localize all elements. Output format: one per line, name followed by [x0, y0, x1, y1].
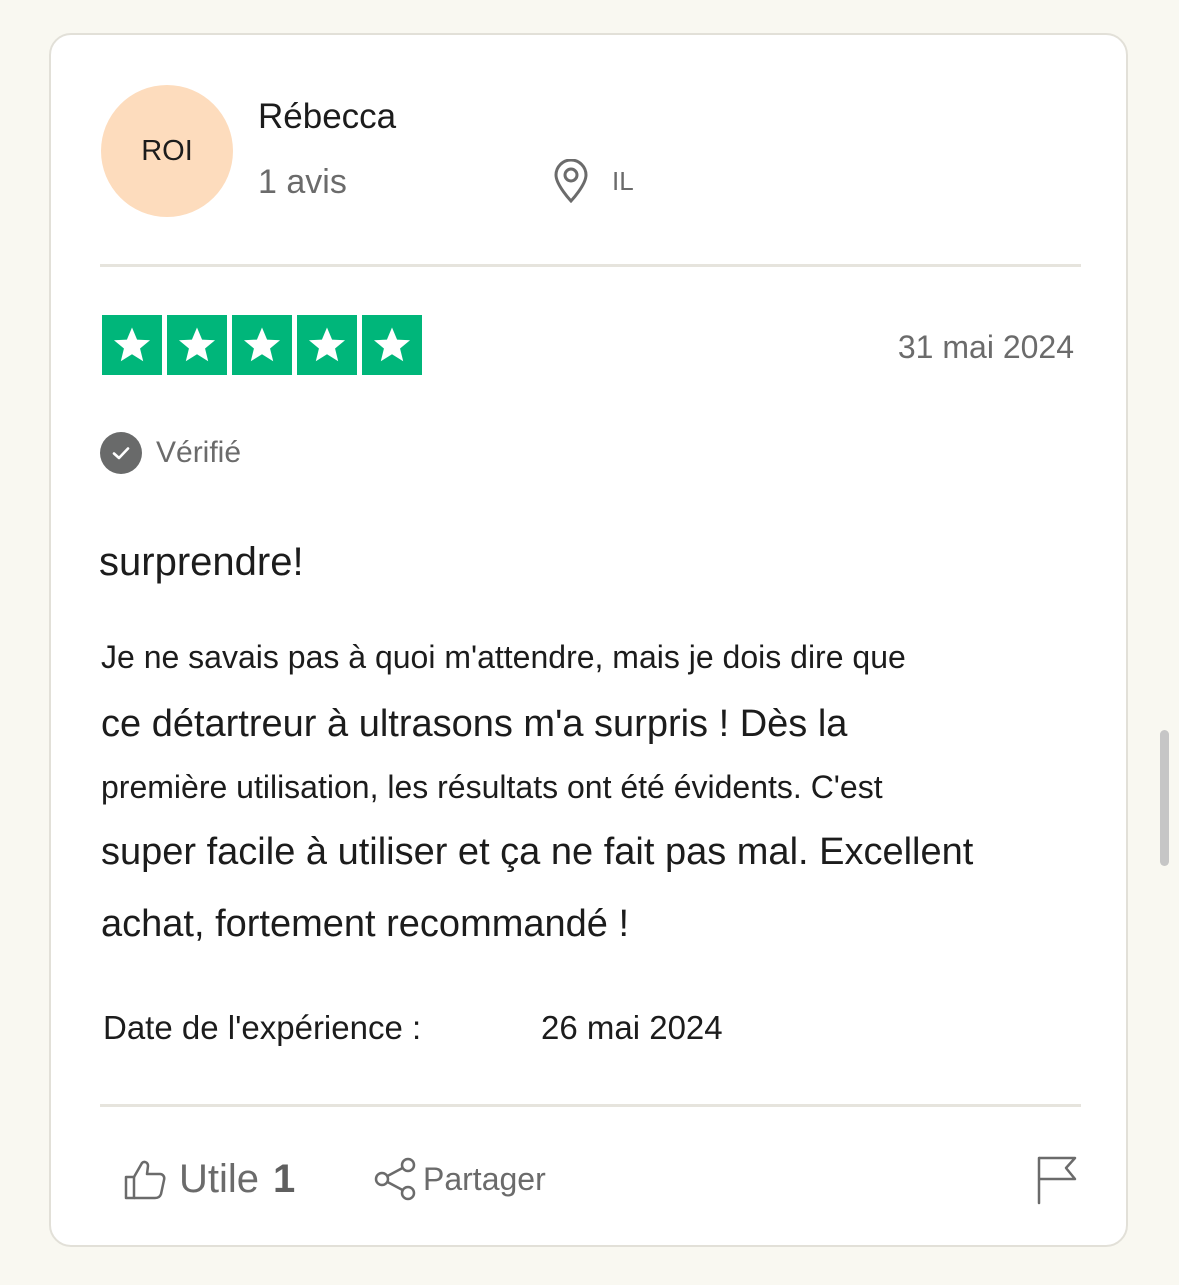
star-icon [102, 315, 162, 375]
review-card: ROI Rébecca 1 avis IL 31 mai 2024 Vérifi… [49, 33, 1128, 1247]
share-label: Partager [423, 1160, 546, 1197]
review-date: 31 mai 2024 [897, 329, 1074, 365]
useful-button[interactable]: Utile 1 [123, 1157, 295, 1202]
review-body-line: première utilisation, les résultats ont … [101, 769, 883, 805]
star-rating [102, 315, 422, 375]
flag-icon [1037, 1156, 1077, 1205]
verified-label: Vérifié [156, 436, 242, 469]
review-body-line: Je ne savais pas à quoi m'attendre, mais… [101, 639, 906, 675]
avatar[interactable]: ROI [101, 85, 233, 217]
star-icon [362, 315, 422, 375]
thumbs-up-icon [124, 1160, 166, 1199]
avatar-initials: ROI [141, 134, 193, 167]
share-button[interactable]: Partager [373, 1157, 546, 1201]
star-icon [232, 315, 292, 375]
experience-date: 26 mai 2024 [541, 1009, 723, 1046]
share-icon [374, 1157, 416, 1201]
review-body: Je ne savais pas à quoi m'attendre, mais… [101, 625, 1091, 960]
location-pin-icon [554, 159, 588, 203]
report-button[interactable] [1036, 1155, 1078, 1210]
divider [100, 264, 1081, 267]
review-body-line: ce détartreur à ultrasons m'a surpris ! … [101, 703, 848, 745]
reviewer-name[interactable]: Rébecca [258, 97, 396, 137]
experience-date-label: Date de l'expérience : [103, 1009, 422, 1046]
scrollbar[interactable] [1160, 730, 1169, 866]
divider [100, 1104, 1081, 1107]
useful-count: 1 [273, 1157, 296, 1201]
verified-check-icon [100, 432, 142, 474]
review-title: surprendre! [99, 540, 304, 584]
review-body-line: achat, fortement recommandé ! [101, 903, 630, 945]
reviewer-location: IL [612, 166, 634, 196]
star-icon [297, 315, 357, 375]
review-body-line: super facile à utiliser et ça ne fait pa… [101, 831, 974, 873]
star-icon [167, 315, 227, 375]
useful-label: Utile [179, 1157, 260, 1201]
review-count: 1 avis [258, 163, 347, 201]
